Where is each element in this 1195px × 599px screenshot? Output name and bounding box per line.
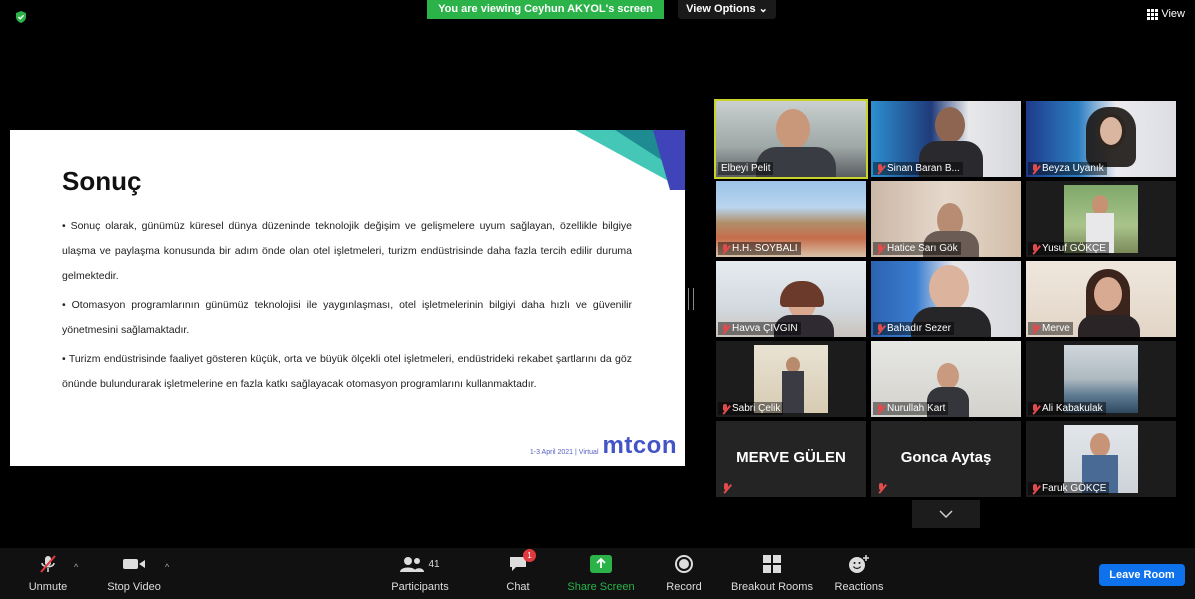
participant-name: Sinan Baran B... (873, 162, 963, 175)
mtcon-logo: mtcon (602, 432, 677, 459)
slide-corner-decoration (575, 130, 685, 190)
view-label: View (1161, 8, 1185, 20)
leave-room-button[interactable]: Leave Room (1099, 564, 1185, 586)
slide-bullet: • Otomasyon programlarının günümüz tekno… (62, 299, 632, 336)
slide-title: Sonuç (62, 166, 142, 196)
video-options-caret-icon[interactable]: ^ (165, 562, 169, 572)
breakout-rooms-label: Breakout Rooms (731, 581, 813, 593)
participant-tile[interactable]: MERVE GÜLEN (716, 421, 866, 497)
participant-name: Merve (1028, 322, 1073, 335)
participant-tile[interactable]: Beyza Uyanık (1026, 101, 1176, 177)
muted-mic-icon (876, 403, 884, 414)
participant-tile[interactable]: Sinan Baran B... (871, 101, 1021, 177)
stop-video-label: Stop Video (107, 581, 161, 593)
participant-name: Nurullah Kart (873, 402, 949, 415)
muted-mic-icon (876, 243, 884, 254)
participants-label: Participants (391, 581, 449, 593)
participant-name: Ali Kabakulak (1028, 402, 1106, 415)
slide-body: • Sonuç olarak, günümüz küresel dünya dü… (62, 214, 632, 401)
participant-tile[interactable]: Elbeyi Pelit (714, 99, 868, 179)
grid-view-icon (1147, 9, 1159, 20)
participant-name: Sabri Çelik (718, 402, 784, 415)
participant-tile[interactable]: Ali Kabakulak (1026, 341, 1176, 417)
chevron-down-icon (939, 510, 953, 518)
stop-video-button[interactable]: Stop Video (100, 548, 168, 599)
muted-mic-icon (877, 483, 885, 493)
view-button[interactable]: View (1147, 8, 1185, 20)
participant-tile[interactable]: Faruk GÖKÇE (1026, 421, 1176, 497)
participant-name: Bahadır Sezer (873, 322, 954, 335)
slide-footer: 1-3 April 2021 | Virtual mtcon (530, 432, 677, 460)
chat-button[interactable]: 1 Chat (500, 548, 536, 599)
participant-name: Gonca Aytaş (900, 449, 992, 466)
muted-mic-icon (722, 483, 730, 493)
participant-tile[interactable]: Hatice Sarı Gök (871, 181, 1021, 257)
muted-mic-icon (1031, 323, 1039, 334)
participant-name: Hatice Sarı Gök (873, 242, 961, 255)
smiley-plus-icon (849, 555, 869, 573)
chat-unread-badge: 1 (523, 549, 536, 562)
muted-mic-icon (1031, 163, 1039, 174)
view-options-label: View Options (686, 3, 756, 15)
muted-mic-icon (1031, 403, 1039, 414)
security-shield-icon[interactable] (14, 10, 28, 24)
reactions-label: Reactions (834, 581, 884, 593)
breakout-rooms-button[interactable]: Breakout Rooms (724, 548, 820, 599)
record-icon (675, 555, 693, 573)
participant-name: Beyza Uyanık (1028, 162, 1107, 175)
record-button[interactable]: Record (662, 548, 706, 599)
muted-mic-icon (876, 323, 884, 334)
muted-mic-icon (1031, 483, 1039, 494)
muted-mic-icon (721, 243, 729, 254)
share-screen-icon (590, 555, 612, 573)
participant-name: Havva ÇIVGIN (718, 322, 801, 335)
participant-tile[interactable]: Merve (1026, 261, 1176, 337)
shared-screen: Sonuç • Sonuç olarak, günümüz küresel dü… (10, 130, 685, 466)
video-camera-icon (123, 559, 145, 569)
muted-mic-icon (876, 163, 884, 174)
view-options-button[interactable]: View Options ⌄ (678, 0, 776, 19)
slide-footer-date: 1-3 April 2021 | Virtual (529, 449, 599, 456)
muted-mic-icon (721, 403, 729, 414)
breakout-rooms-icon (763, 555, 781, 573)
participants-icon (400, 557, 425, 572)
audio-options-caret-icon[interactable]: ^ (74, 562, 78, 572)
viewing-screen-banner: You are viewing Ceyhun AKYOL's screen (427, 0, 664, 19)
share-screen-label: Share Screen (567, 581, 635, 593)
panel-resize-handle[interactable] (688, 288, 694, 310)
participant-name: H.H. SOYBALI (718, 242, 801, 255)
slide-bullet: • Sonuç olarak, günümüz küresel dünya dü… (62, 220, 632, 282)
participant-name: Yusuf GÖKÇE (1028, 242, 1109, 255)
reactions-button[interactable]: Reactions (830, 548, 888, 599)
participants-count: 41 (428, 558, 440, 570)
participant-name: MERVE GÜLEN (736, 449, 846, 466)
participant-name: Elbeyi Pelit (718, 162, 774, 175)
participants-button[interactable]: 41 Participants (386, 548, 454, 599)
muted-mic-icon (1031, 243, 1039, 254)
gallery-expand-button[interactable] (912, 500, 980, 528)
meeting-toolbar: Unmute ^ Stop Video ^ 41 Participants 1 (0, 548, 1195, 599)
slide-bullet: • Turizm endüstrisinde faaliyet gösteren… (62, 353, 632, 390)
unmute-label: Unmute (28, 581, 68, 593)
unmute-button[interactable]: Unmute (20, 548, 76, 599)
share-screen-button[interactable]: Share Screen (564, 548, 638, 599)
chevron-down-icon: ⌄ (758, 3, 768, 15)
participant-tile[interactable]: Yusuf GÖKÇE (1026, 181, 1176, 257)
chat-label: Chat (506, 581, 530, 593)
participant-tile[interactable]: Gonca Aytaş (871, 421, 1021, 497)
participant-tile[interactable]: H.H. SOYBALI (716, 181, 866, 257)
participant-tile[interactable]: Havva ÇIVGIN (716, 261, 866, 337)
participant-tile[interactable]: Sabri Çelik (716, 341, 866, 417)
record-label: Record (666, 581, 702, 593)
muted-microphone-icon (40, 555, 56, 573)
participant-tile[interactable]: Bahadır Sezer (871, 261, 1021, 337)
participant-name: Faruk GÖKÇE (1028, 482, 1110, 495)
participant-tile[interactable]: Nurullah Kart (871, 341, 1021, 417)
muted-mic-icon (721, 323, 729, 334)
